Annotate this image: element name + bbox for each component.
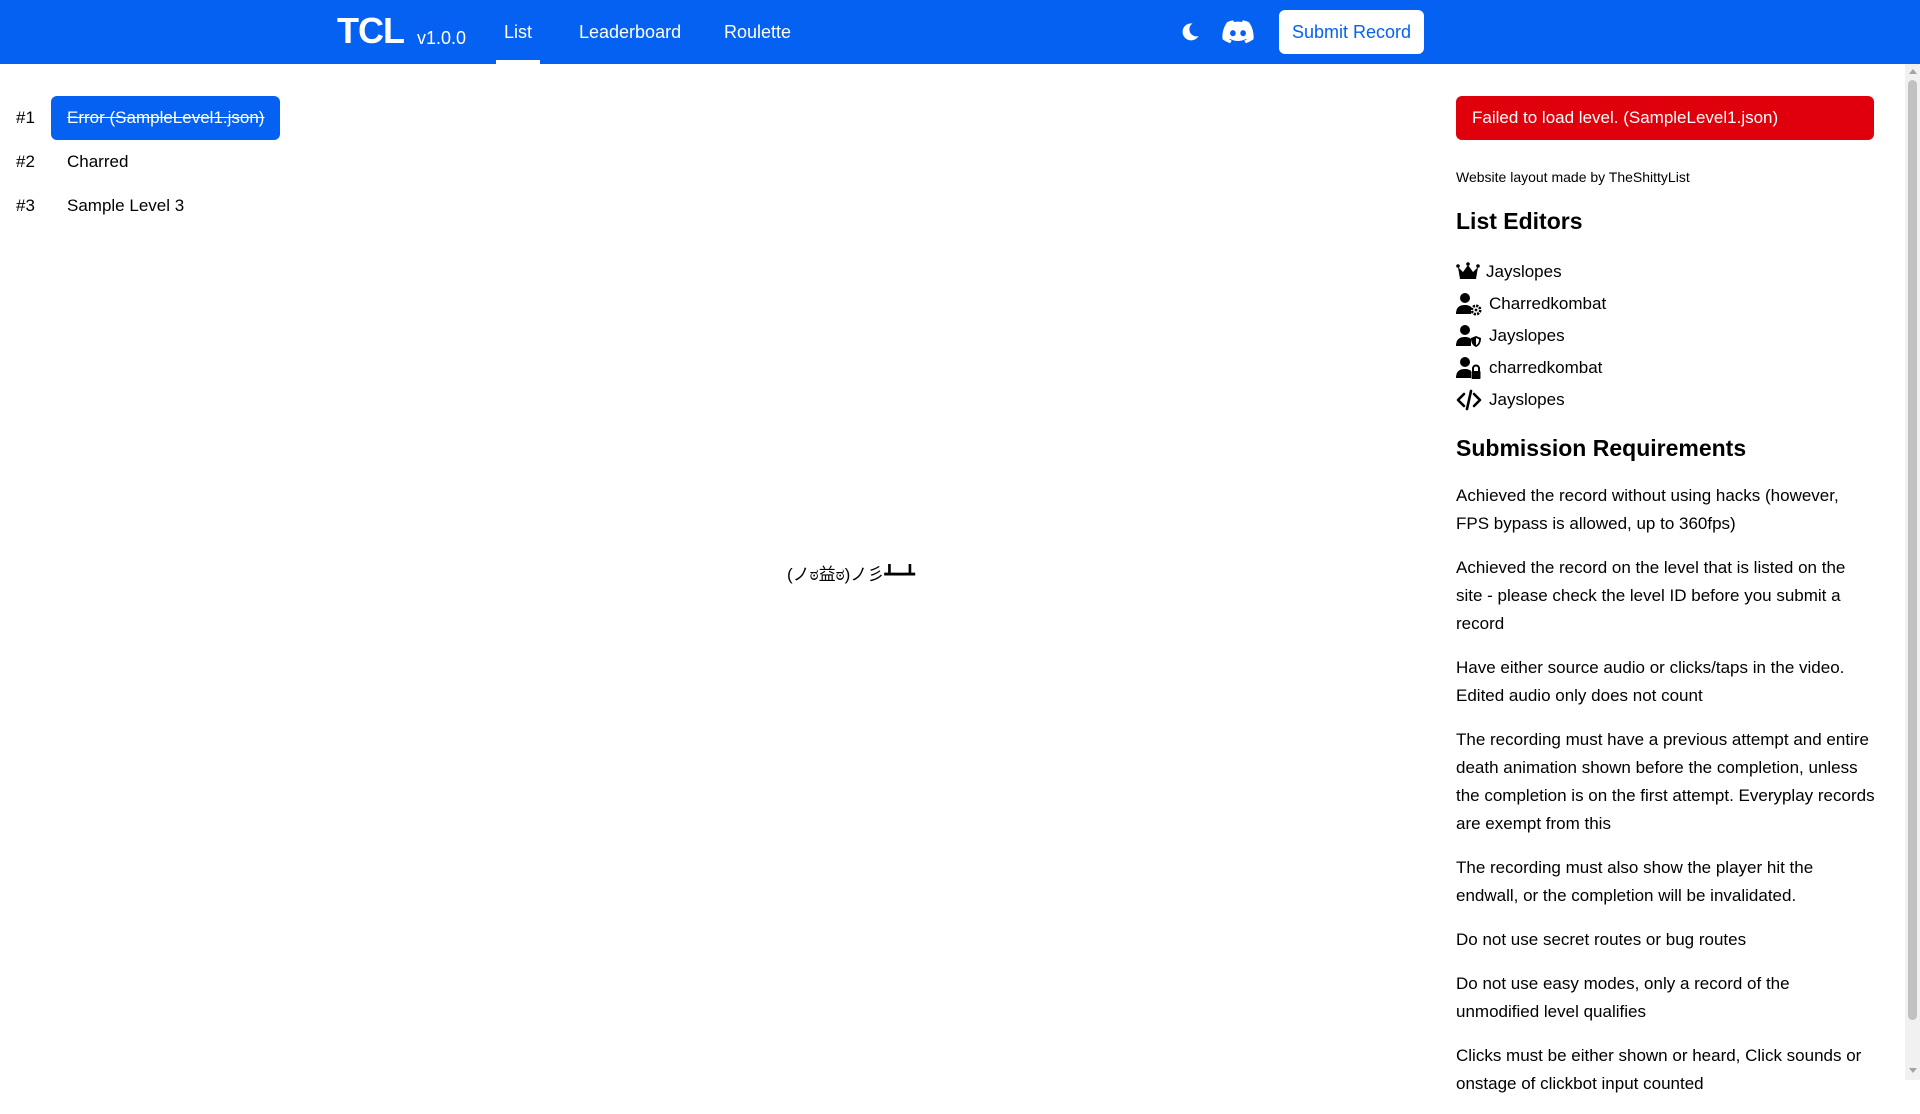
discord-icon xyxy=(1222,20,1254,44)
level-list-item: #2 Charred xyxy=(0,140,290,184)
tab-leaderboard[interactable]: Leaderboard xyxy=(579,22,681,43)
discord-button[interactable] xyxy=(1222,20,1254,44)
moon-icon xyxy=(1182,23,1199,41)
editor-name: Charredkombat xyxy=(1489,294,1607,313)
version-label: v1.0.0 xyxy=(417,28,467,48)
page-scrollbar[interactable] xyxy=(1905,64,1920,1080)
site-logo[interactable]: TCL xyxy=(337,10,405,52)
level-rank: #3 xyxy=(16,196,35,215)
user-shield-icon xyxy=(1456,325,1481,347)
requirement-item: Do not use easy modes, only a record of … xyxy=(1456,974,1790,1021)
tab-roulette[interactable]: Roulette xyxy=(724,22,791,43)
editor-name: charredkombat xyxy=(1489,358,1603,377)
level-list-item: #1 Error (SampleLevel1.json) xyxy=(0,96,290,140)
level-name[interactable]: Error (SampleLevel1.json) xyxy=(51,96,281,140)
theme-toggle-button[interactable] xyxy=(1178,20,1202,44)
user-gear-icon xyxy=(1456,293,1482,316)
crown-icon xyxy=(1456,262,1480,279)
code-icon xyxy=(1456,389,1482,411)
requirement-item: The recording must have a previous attem… xyxy=(1456,730,1875,833)
level-rank: #1 xyxy=(16,108,35,127)
requirements-list: Achieved the record without using hacks … xyxy=(1456,482,1876,1114)
requirement-item: Achieved the record without using hacks … xyxy=(1456,486,1839,533)
level-name[interactable]: Sample Level 3 xyxy=(51,184,200,228)
level-rank: #2 xyxy=(16,152,35,171)
scroll-up-arrow[interactable] xyxy=(1909,69,1917,74)
editor-name: Jayslopes xyxy=(1489,390,1565,409)
tab-list[interactable]: List xyxy=(495,22,541,64)
level-name[interactable]: Charred xyxy=(51,140,144,184)
scroll-thumb[interactable] xyxy=(1908,80,1917,1020)
requirement-item: The recording must also show the player … xyxy=(1456,858,1814,905)
top-nav-bar: TCL v1.0.0 List Leaderboard Roulette Sub… xyxy=(0,0,1920,64)
editor-name: Jayslopes xyxy=(1489,326,1565,345)
requirement-item: Do not use secret routes or bug routes xyxy=(1456,930,1747,949)
submit-record-button[interactable]: Submit Record xyxy=(1279,10,1424,54)
requirement-item: Clicks must be either shown or heard, Cl… xyxy=(1456,1046,1862,1093)
error-banner: Failed to load level. (SampleLevel1.json… xyxy=(1456,96,1874,140)
table-flip-message: (ノಠ益ಠ)ノ彡┻━┻ xyxy=(787,565,916,584)
editor-name: Jayslopes xyxy=(1486,262,1562,281)
level-list-item: #3 Sample Level 3 xyxy=(0,184,290,228)
user-lock-icon xyxy=(1456,357,1481,379)
list-editors-heading: List Editors xyxy=(1456,208,1583,234)
scroll-down-arrow[interactable] xyxy=(1909,1068,1917,1073)
requirement-item: Achieved the record on the level that is… xyxy=(1456,558,1846,633)
requirement-item: Have either source audio or clicks/taps … xyxy=(1456,658,1845,705)
submission-requirements-heading: Submission Requirements xyxy=(1456,435,1747,461)
layout-credit: Website layout made by TheShittyList xyxy=(1456,169,1690,185)
